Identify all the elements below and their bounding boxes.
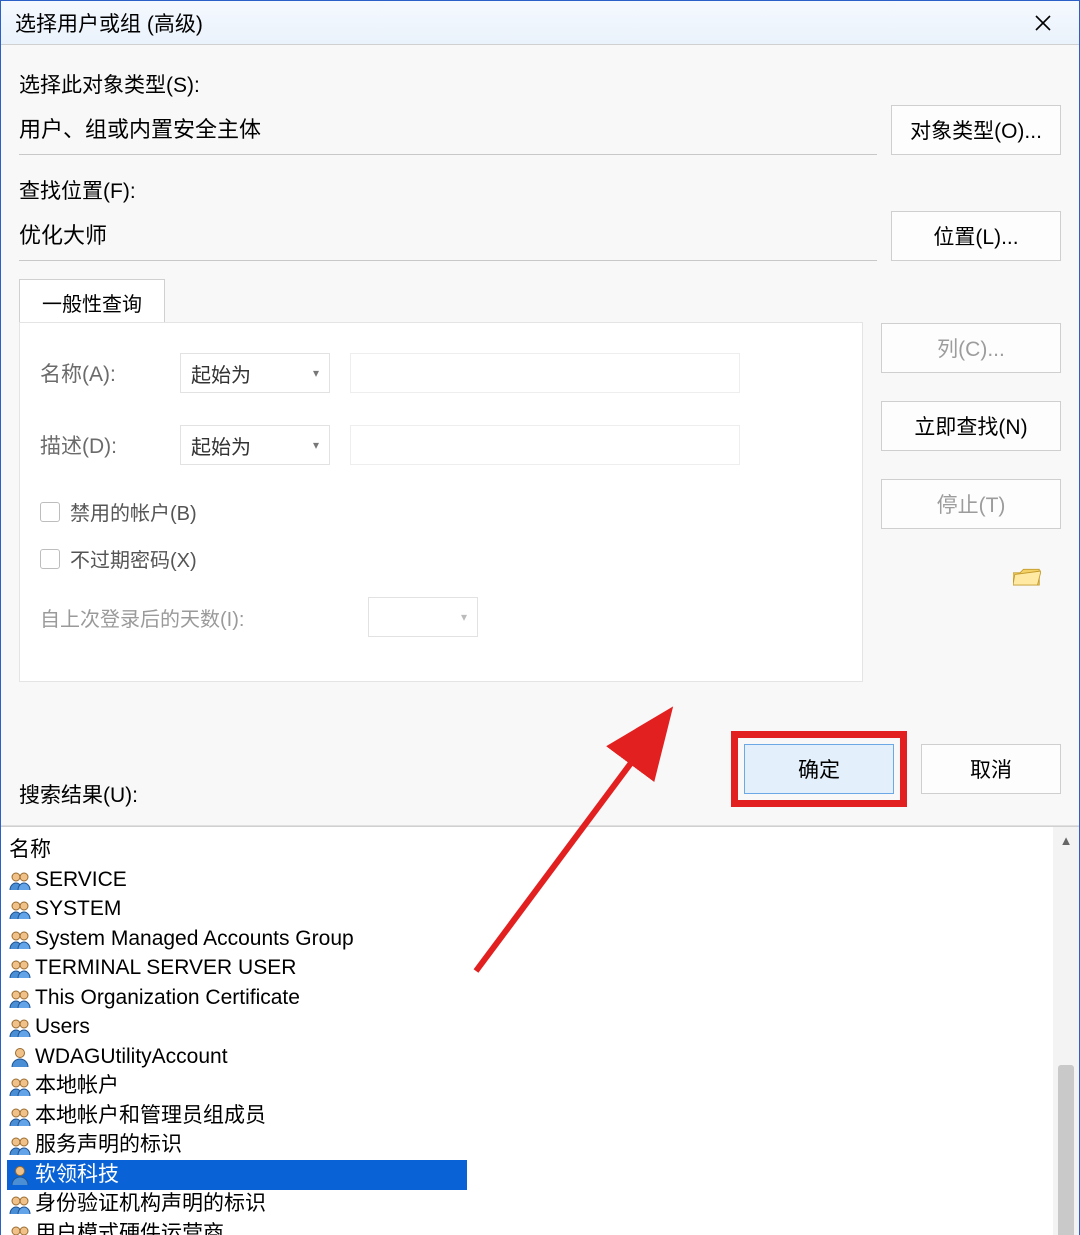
- scroll-thumb[interactable]: [1058, 1065, 1074, 1235]
- checkbox-icon: [40, 549, 60, 569]
- object-types-button[interactable]: 对象类型(O)...: [891, 105, 1061, 155]
- days-combo[interactable]: ▾: [368, 597, 478, 637]
- result-name: 服务声明的标识: [35, 1131, 182, 1159]
- result-name: WDAGUtilityAccount: [35, 1043, 228, 1071]
- location-section: 查找位置(F): 优化大师 位置(L)...: [19, 175, 1061, 261]
- desc-input[interactable]: [350, 425, 740, 465]
- results-panel: 名称 SERVICESYSTEMSystem Managed Accounts …: [1, 826, 1079, 1235]
- group-icon: [9, 1016, 31, 1038]
- result-row[interactable]: 服务声明的标识: [7, 1131, 1053, 1161]
- result-row[interactable]: SYSTEM: [7, 895, 1053, 925]
- name-query-row: 名称(A): 起始为 ▾: [40, 353, 842, 393]
- nonexpire-password-checkbox[interactable]: 不过期密码(X): [40, 544, 842, 573]
- name-input[interactable]: [350, 353, 740, 393]
- disabled-accounts-checkbox[interactable]: 禁用的帐户(B): [40, 497, 842, 526]
- result-name: TERMINAL SERVER USER: [35, 954, 296, 982]
- results-label: 搜索结果(U):: [19, 779, 138, 809]
- result-row[interactable]: TERMINAL SERVER USER: [7, 954, 1053, 984]
- titlebar: 选择用户或组 (高级): [1, 1, 1079, 45]
- chevron-down-icon: ▾: [313, 438, 319, 452]
- ok-button[interactable]: 确定: [744, 744, 894, 794]
- group-icon: [9, 1223, 31, 1235]
- group-icon: [9, 957, 31, 979]
- result-row[interactable]: This Organization Certificate: [7, 983, 1053, 1013]
- desc-label: 描述(D):: [40, 430, 160, 460]
- days-label: 自上次登录后的天数(I):: [40, 603, 350, 632]
- results-column-header[interactable]: 名称: [7, 831, 1053, 865]
- group-icon: [9, 869, 31, 891]
- group-icon: [9, 1134, 31, 1156]
- group-icon: [9, 1075, 31, 1097]
- results-scrollbar[interactable]: ▲ ▼: [1053, 827, 1079, 1235]
- columns-button[interactable]: 列(C)...: [881, 323, 1061, 373]
- group-icon: [9, 1193, 31, 1215]
- content-area: 选择此对象类型(S): 用户、组或内置安全主体 对象类型(O)... 查找位置(…: [1, 45, 1079, 826]
- desc-match-combo[interactable]: 起始为 ▾: [180, 425, 330, 465]
- result-name: SYSTEM: [35, 895, 121, 923]
- disabled-accounts-label: 禁用的帐户(B): [70, 497, 197, 526]
- cancel-button[interactable]: 取消: [921, 744, 1061, 794]
- checkbox-icon: [40, 502, 60, 522]
- name-match-value: 起始为: [191, 359, 251, 388]
- dialog-window: 选择用户或组 (高级) 选择此对象类型(S): 用户、组或内置安全主体 对象类型…: [0, 0, 1080, 1235]
- scroll-up-icon: ▲: [1060, 833, 1073, 848]
- result-row[interactable]: Users: [7, 1013, 1053, 1043]
- find-icon: [1013, 567, 1041, 595]
- result-row[interactable]: 用户模式硬件运营商: [7, 1219, 1053, 1235]
- result-row[interactable]: SERVICE: [7, 865, 1053, 895]
- result-name: This Organization Certificate: [35, 984, 300, 1012]
- find-now-button[interactable]: 立即查找(N): [881, 401, 1061, 451]
- result-row[interactable]: System Managed Accounts Group: [7, 924, 1053, 954]
- chevron-down-icon: ▾: [461, 610, 467, 624]
- annotation-highlight: 确定: [731, 731, 907, 807]
- result-name: 身份验证机构声明的标识: [35, 1190, 266, 1218]
- close-button[interactable]: [1021, 7, 1065, 39]
- group-icon: [9, 987, 31, 1009]
- group-icon: [9, 898, 31, 920]
- days-since-logon-row: 自上次登录后的天数(I): ▾: [40, 597, 842, 637]
- result-name: 本地帐户: [35, 1072, 119, 1100]
- chevron-down-icon: ▾: [313, 366, 319, 380]
- close-icon: [1035, 15, 1051, 31]
- name-label: 名称(A):: [40, 358, 160, 388]
- tab-common-query[interactable]: 一般性查询: [19, 279, 165, 323]
- nonexpire-password-label: 不过期密码(X): [70, 544, 197, 573]
- side-buttons: 列(C)... 立即查找(N) 停止(T): [881, 323, 1061, 683]
- result-name: 用户模式硬件运营商: [35, 1220, 224, 1235]
- result-row[interactable]: WDAGUtilityAccount: [7, 1042, 1053, 1072]
- result-row[interactable]: 软领科技: [7, 1160, 467, 1190]
- result-name: 本地帐户和管理员组成员: [35, 1102, 266, 1130]
- locations-button[interactable]: 位置(L)...: [891, 211, 1061, 261]
- user-icon: [9, 1164, 31, 1186]
- result-name: Users: [35, 1013, 90, 1041]
- result-name: 软领科技: [35, 1161, 119, 1189]
- dialog-actions: 确定 取消: [19, 731, 1061, 821]
- name-match-combo[interactable]: 起始为 ▾: [180, 353, 330, 393]
- result-name: SERVICE: [35, 866, 127, 894]
- desc-query-row: 描述(D): 起始为 ▾: [40, 425, 842, 465]
- object-type-section: 选择此对象类型(S): 用户、组或内置安全主体 对象类型(O)...: [19, 69, 1061, 155]
- location-value: 优化大师: [19, 212, 877, 261]
- result-row[interactable]: 身份验证机构声明的标识: [7, 1190, 1053, 1220]
- results-list[interactable]: 名称 SERVICESYSTEMSystem Managed Accounts …: [1, 827, 1053, 1235]
- user-icon: [9, 1046, 31, 1068]
- group-icon: [9, 1105, 31, 1127]
- location-label: 查找位置(F):: [19, 175, 1061, 205]
- desc-match-value: 起始为: [191, 431, 251, 460]
- query-panel: 名称(A): 起始为 ▾ 描述(D): 起始为 ▾: [19, 322, 863, 682]
- result-name: System Managed Accounts Group: [35, 925, 354, 953]
- result-row[interactable]: 本地帐户和管理员组成员: [7, 1101, 1053, 1131]
- stop-button[interactable]: 停止(T): [881, 479, 1061, 529]
- window-title: 选择用户或组 (高级): [15, 8, 203, 38]
- object-type-value: 用户、组或内置安全主体: [19, 106, 877, 155]
- group-icon: [9, 928, 31, 950]
- result-row[interactable]: 本地帐户: [7, 1072, 1053, 1102]
- query-tabs: 一般性查询 名称(A): 起始为 ▾ 描述(D):: [19, 279, 1061, 683]
- object-type-label: 选择此对象类型(S):: [19, 69, 1061, 99]
